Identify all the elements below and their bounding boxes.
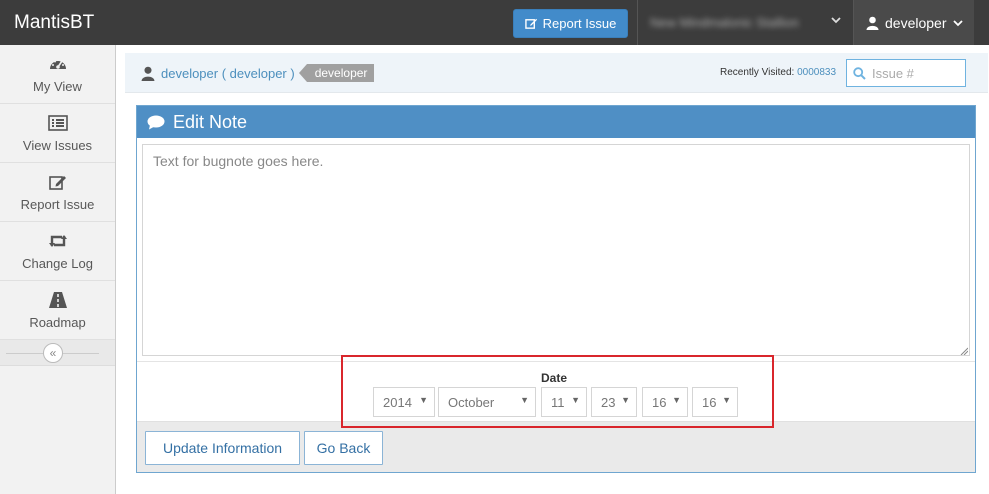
project-name: New Mindmalonic Stallion — [650, 15, 799, 30]
sidebar-item-label: My View — [33, 78, 82, 94]
edit-icon — [48, 175, 66, 190]
brand-logo[interactable]: MantisBT — [14, 12, 94, 34]
chevron-down-icon — [831, 17, 841, 24]
update-information-button[interactable]: Update Information — [145, 431, 300, 465]
report-issue-label: Report Issue — [542, 16, 617, 31]
resize-grip-icon[interactable] — [960, 347, 968, 355]
recently-visited: Recently Visited: 0000833 — [720, 67, 836, 78]
project-selector[interactable]: New Mindmalonic Stallion — [638, 0, 853, 45]
list-icon — [47, 114, 68, 131]
sidebar-item-roadmap[interactable]: Roadmap — [0, 281, 115, 340]
recently-visited-label: Recently Visited: — [720, 67, 795, 78]
breadcrumb-user: developer ( developer ) developer — [141, 64, 375, 82]
sidebar-collapse-button[interactable]: « — [43, 343, 63, 363]
form-footer: Update Information Go Back — [137, 421, 975, 472]
issue-search-input[interactable] — [872, 65, 962, 81]
user-icon — [866, 16, 879, 30]
top-navbar: MantisBT Report Issue New Mindmalonic St… — [0, 0, 989, 45]
note-textarea[interactable]: Text for bugnote goes here. — [142, 144, 970, 356]
comment-icon — [147, 115, 165, 129]
page-title: Edit Note — [173, 111, 248, 132]
widget-header: Edit Note — [137, 106, 975, 138]
sidebar-item-change-log[interactable]: Change Log — [0, 222, 115, 281]
sidebar-item-label: View Issues — [22, 137, 93, 153]
recent-issue-link[interactable]: 0000833 — [797, 67, 836, 78]
user-profile-link[interactable]: developer ( developer ) — [161, 66, 295, 81]
sidebar-item-label: Change Log — [22, 255, 93, 271]
chevron-down-icon — [952, 19, 963, 26]
sidebar-item-report-issue[interactable]: Report Issue — [0, 163, 115, 222]
sidebar-item-label: Roadmap — [29, 314, 86, 330]
edit-icon — [524, 18, 537, 29]
road-icon — [48, 291, 67, 308]
double-chevron-left-icon: « — [49, 346, 57, 360]
user-icon — [141, 66, 155, 81]
sidebar-item-label: Report Issue — [20, 196, 95, 212]
sidebar-collapse-row: « — [0, 340, 115, 366]
report-issue-button[interactable]: Report Issue — [513, 9, 628, 38]
retweet-icon — [48, 234, 67, 247]
breadcrumb: developer ( developer ) developer Recent… — [125, 53, 988, 93]
search-icon — [853, 66, 866, 80]
highlight-box — [341, 355, 774, 428]
sidebar-item-my-view[interactable]: My View — [0, 45, 115, 104]
go-back-button[interactable]: Go Back — [304, 431, 383, 465]
user-menu-label: developer — [885, 14, 947, 31]
dashboard-icon — [49, 60, 66, 69]
role-badge: developer — [298, 64, 375, 82]
sidebar: My View View Issues Report Issue Change … — [0, 45, 116, 494]
sidebar-item-view-issues[interactable]: View Issues — [0, 104, 115, 163]
user-menu[interactable]: developer — [854, 0, 974, 45]
issue-search-box — [846, 59, 966, 87]
